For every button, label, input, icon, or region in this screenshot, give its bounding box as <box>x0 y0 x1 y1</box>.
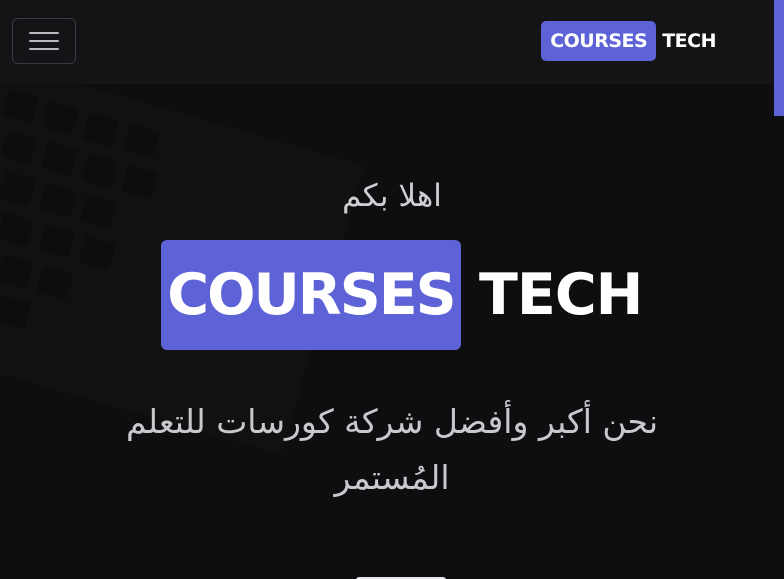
hero-section: اهلا بكم COURSES TECH نحن أكبر وأفضل شرك… <box>0 84 784 579</box>
menu-toggle-button[interactable] <box>12 18 76 64</box>
page: COURSES TECH اهلا بكم COURSES TECH نحن أ… <box>0 0 784 579</box>
brand-highlight: COURSES <box>541 21 657 61</box>
brand-rest: TECH <box>662 30 716 52</box>
hero-title-highlight: COURSES <box>161 240 461 350</box>
scrollbar-thumb[interactable] <box>774 0 784 116</box>
hamburger-menu-icon <box>29 40 59 42</box>
hamburger-menu-icon <box>29 48 59 50</box>
hero-tagline: نحن أكبر وأفضل شركة كورسات للتعلم المُست… <box>125 402 659 497</box>
hero-title-rest: TECH <box>479 262 643 328</box>
navbar: COURSES TECH <box>0 0 784 84</box>
hamburger-menu-icon <box>29 32 59 34</box>
hero-title: COURSES TECH <box>161 240 643 350</box>
brand-logo-link[interactable]: COURSES TECH <box>541 21 716 61</box>
welcome-text: اهلا بكم <box>342 178 442 214</box>
